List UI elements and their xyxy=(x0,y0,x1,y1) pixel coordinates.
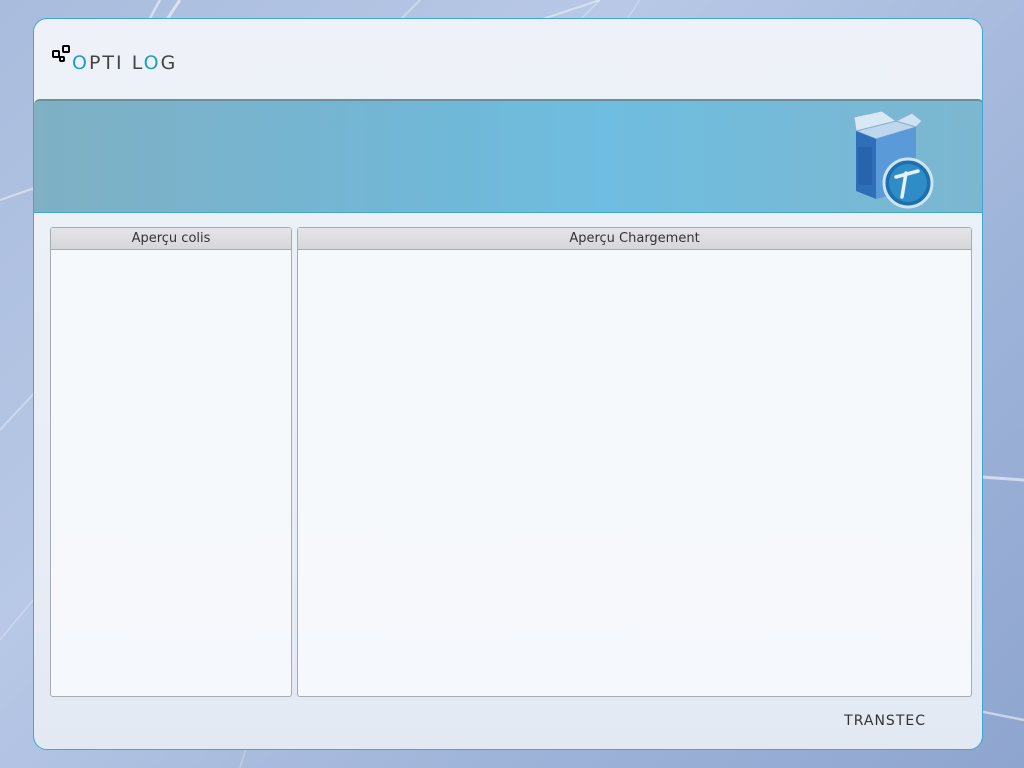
optilog-logo: OPTI LOG xyxy=(50,33,210,74)
transtec-brand: TRANSTEC xyxy=(844,713,926,729)
loading-preview-panel: Aperçu Chargement xyxy=(297,227,972,697)
package-preview-panel: Aperçu colis xyxy=(50,227,292,697)
loading-preview-title: Aperçu Chargement xyxy=(298,228,971,250)
package-box-logo-icon xyxy=(853,110,934,209)
optilog-dots-icon xyxy=(50,43,74,73)
loading-preview-area[interactable] xyxy=(298,250,971,696)
logo-text: OPTI LOG xyxy=(72,52,178,74)
header-banner xyxy=(34,99,982,213)
main-window: OPTI LOG Aperçu colis Aperçu Chargement … xyxy=(33,18,983,750)
package-preview-title: Aperçu colis xyxy=(51,228,291,250)
package-preview-area[interactable] xyxy=(51,250,291,696)
